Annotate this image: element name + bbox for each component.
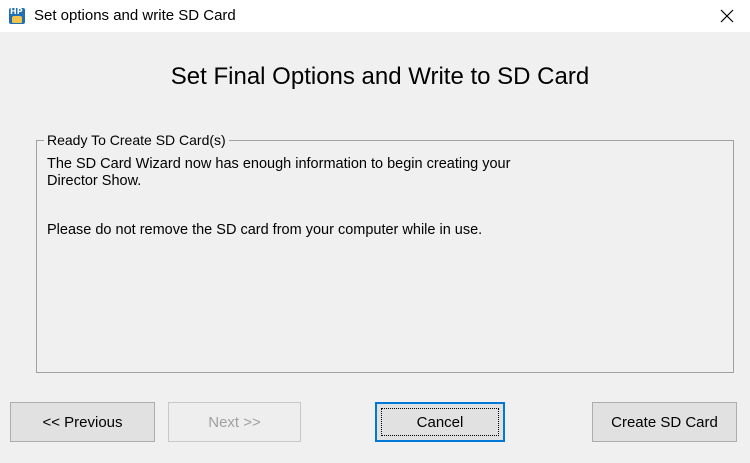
info-line-1: The SD Card Wizard now has enough inform… bbox=[47, 156, 511, 172]
previous-button[interactable]: << Previous bbox=[10, 402, 155, 442]
close-button[interactable] bbox=[704, 0, 750, 32]
app-icon: HP bbox=[9, 8, 25, 24]
next-button: Next >> bbox=[168, 402, 301, 442]
groupbox-legend: Ready To Create SD Card(s) bbox=[44, 131, 229, 149]
warning-line: Please do not remove the SD card from yo… bbox=[47, 222, 483, 238]
title-bar[interactable]: HP Set options and write SD Card bbox=[0, 0, 750, 32]
app-icon-letters: HP bbox=[10, 7, 23, 16]
info-line-2: Director Show. bbox=[47, 173, 142, 189]
cancel-button[interactable]: Cancel bbox=[375, 402, 505, 442]
close-icon bbox=[720, 9, 734, 23]
wizard-window: HP Set options and write SD Card Set Fin… bbox=[0, 0, 750, 463]
hand-icon bbox=[12, 16, 22, 23]
page-heading: Set Final Options and Write to SD Card bbox=[170, 63, 590, 90]
window-title: Set options and write SD Card bbox=[34, 7, 236, 24]
cancel-button-label: Cancel bbox=[381, 408, 499, 436]
create-sd-card-button[interactable]: Create SD Card bbox=[592, 402, 737, 442]
